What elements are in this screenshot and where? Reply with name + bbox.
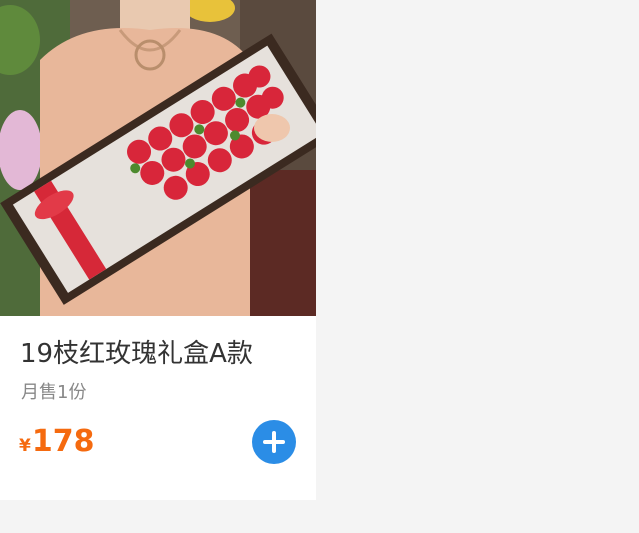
rose-gift-box-photo-icon xyxy=(0,0,316,316)
product-price: ¥178 xyxy=(19,424,94,460)
product-photo[interactable] xyxy=(0,0,316,316)
product-title[interactable]: 19枝红玫瑰礼盒A款 xyxy=(20,336,253,372)
product-card[interactable]: 19枝红玫瑰礼盒A款 月售1份 ¥178 xyxy=(0,0,316,500)
add-to-cart-button[interactable] xyxy=(252,420,296,464)
product-list-page: 19枝红玫瑰礼盒A款 月售1份 ¥178 xyxy=(0,0,639,533)
currency-symbol: ¥ xyxy=(19,436,31,456)
price-amount: 178 xyxy=(31,424,95,459)
monthly-sales: 月售1份 xyxy=(21,382,87,403)
